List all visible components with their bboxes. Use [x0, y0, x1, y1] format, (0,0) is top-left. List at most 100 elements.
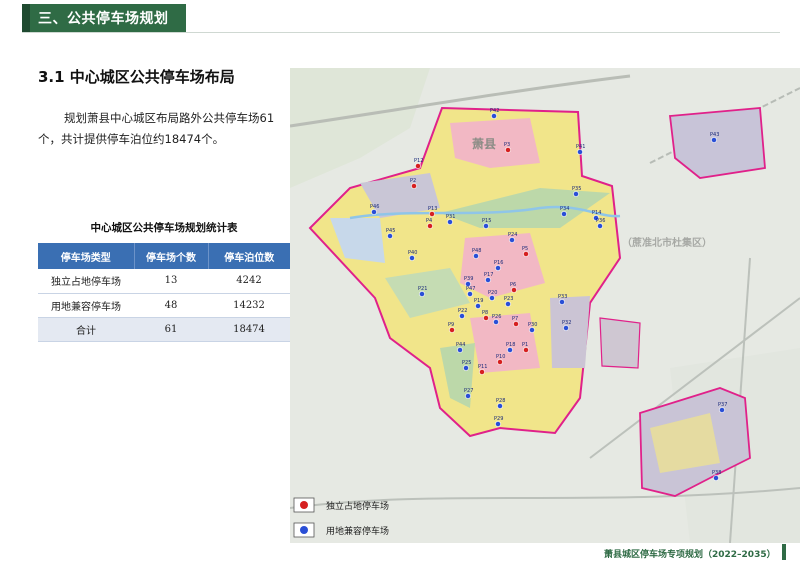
parking-marker-label: P4	[426, 218, 432, 224]
parking-marker-label: P28	[496, 398, 505, 404]
table-row: 独立占地停车场 13 4242	[38, 269, 290, 294]
parking-marker-label: P42	[490, 108, 499, 114]
parking-marker-label: P44	[456, 342, 465, 348]
table-cell-count: 13	[134, 269, 208, 294]
parking-marker-p2	[411, 183, 417, 189]
parking-marker-label: P31	[446, 214, 455, 220]
parking-marker-p43	[711, 137, 717, 143]
parking-marker-p1	[523, 347, 529, 353]
parking-marker-label: P13	[428, 206, 437, 212]
parking-marker-p7	[513, 321, 519, 327]
map-svg: （蔗准北市杜集区） 萧县 P1 P2 P3 P4 P5 P6 P7 P8 P9 P10 P11 P12…	[290, 68, 800, 543]
parking-marker-p46	[371, 209, 377, 215]
footer-text: 萧县城区停车场专项规划（2022–2035）	[604, 550, 776, 560]
parking-marker-label: P8	[482, 310, 488, 316]
table-cell-type: 独立占地停车场	[38, 269, 134, 294]
parking-marker-p33	[559, 299, 565, 305]
parking-marker-p13	[429, 211, 435, 217]
table-title: 中心城区公共停车场规划统计表	[90, 222, 238, 234]
parking-marker-label: P34	[560, 206, 569, 212]
parking-marker-label: P7	[512, 316, 518, 322]
parking-marker-label: P29	[494, 416, 503, 422]
parking-marker-label: P18	[506, 342, 515, 348]
table-cell-type: 用地兼容停车场	[38, 293, 134, 318]
header-title: 三、公共停车场规划	[38, 11, 169, 27]
parking-marker-label: P21	[418, 286, 427, 292]
parking-marker-label: P6	[510, 282, 516, 288]
parking-marker-p12	[415, 163, 421, 169]
stats-table: 停车场类型 停车场个数 停车泊位数 独立占地停车场 13 4242 用地兼容停车…	[38, 243, 290, 342]
parking-marker-p21	[419, 291, 425, 297]
parking-marker-p42	[491, 113, 497, 119]
table-header-cell: 停车场个数	[134, 243, 209, 269]
parking-marker-p30	[529, 327, 535, 333]
parking-marker-p29	[495, 421, 501, 427]
parking-marker-p20	[489, 295, 495, 301]
parking-marker-p23	[505, 301, 511, 307]
parking-marker-p15	[483, 223, 489, 229]
table-cell-type: 合计	[38, 317, 134, 342]
table-row: 用地兼容停车场 48 14232	[38, 293, 290, 318]
parking-marker-label: P40	[408, 250, 417, 256]
section-heading: 3.1 中心城区公共停车场布局	[38, 68, 235, 86]
district-label: （蔗准北市杜集区）	[622, 236, 712, 249]
parking-marker-p25	[463, 365, 469, 371]
land-industrial	[550, 296, 590, 368]
parking-marker-p34	[561, 211, 567, 217]
parking-marker-p11	[479, 369, 485, 375]
parking-marker-p35	[573, 191, 579, 197]
parking-marker-label: P2	[410, 178, 416, 184]
parking-marker-p17	[485, 277, 491, 283]
legend-blue-dot	[300, 526, 308, 534]
parking-marker-label: P14	[592, 210, 601, 216]
legend-label: 用地兼容停车场	[326, 525, 389, 537]
parking-marker-p31	[447, 219, 453, 225]
parking-marker-label: P32	[562, 320, 571, 326]
parking-marker-label: P27	[464, 388, 473, 394]
parking-marker-label: P12	[414, 158, 423, 164]
district-east	[599, 317, 641, 369]
table-cell-spaces: 14232	[208, 293, 290, 318]
parking-marker-label: P37	[718, 402, 727, 408]
parking-marker-p3	[505, 147, 511, 153]
parking-marker-p37	[719, 407, 725, 413]
parking-marker-label: P16	[494, 260, 503, 266]
parking-marker-label: P11	[478, 364, 487, 370]
parking-marker-p8	[483, 315, 489, 321]
parking-marker-p27	[465, 393, 471, 399]
parking-marker-label: P22	[458, 308, 467, 314]
city-label: 萧县	[472, 136, 496, 151]
table-header-cell: 停车泊位数	[208, 243, 290, 269]
parking-marker-p26	[493, 319, 499, 325]
parking-marker-p40	[409, 255, 415, 261]
parking-marker-label: P15	[482, 218, 491, 224]
parking-marker-label: P43	[710, 132, 719, 138]
parking-marker-p4	[427, 223, 433, 229]
parking-marker-p10	[497, 359, 503, 365]
parking-marker-label: P45	[386, 228, 395, 234]
parking-marker-label: P20	[488, 290, 497, 296]
parking-marker-label: P1	[522, 342, 528, 348]
parking-marker-p18	[507, 347, 513, 353]
parking-marker-p19	[475, 303, 481, 309]
table-cell-spaces: 18474	[208, 317, 290, 342]
legend-red-dot	[300, 501, 308, 509]
parking-marker-label: P17	[484, 272, 493, 278]
parking-marker-label: P35	[572, 186, 581, 192]
parking-marker-p32	[563, 325, 569, 331]
table-header-row: 停车场类型 停车场个数 停车泊位数	[38, 243, 290, 269]
parking-marker-label: P5	[522, 246, 528, 252]
parking-marker-label: P24	[508, 232, 517, 238]
table-header-cell: 停车场类型	[38, 243, 135, 269]
parking-marker-p24	[509, 237, 515, 243]
parking-marker-p9	[449, 327, 455, 333]
parking-marker-p47	[467, 291, 473, 297]
parking-marker-p16	[495, 265, 501, 271]
parking-marker-p38	[713, 475, 719, 481]
section-paragraph: 规划萧县中心城区布局路外公共停车场61个，共计提供停车泊位约18474个。	[38, 111, 275, 146]
parking-marker-p44	[457, 347, 463, 353]
parking-marker-p28	[497, 403, 503, 409]
table-cell-spaces: 4242	[208, 269, 290, 294]
parking-marker-p48	[473, 253, 479, 259]
parking-marker-label: P36	[596, 218, 605, 224]
